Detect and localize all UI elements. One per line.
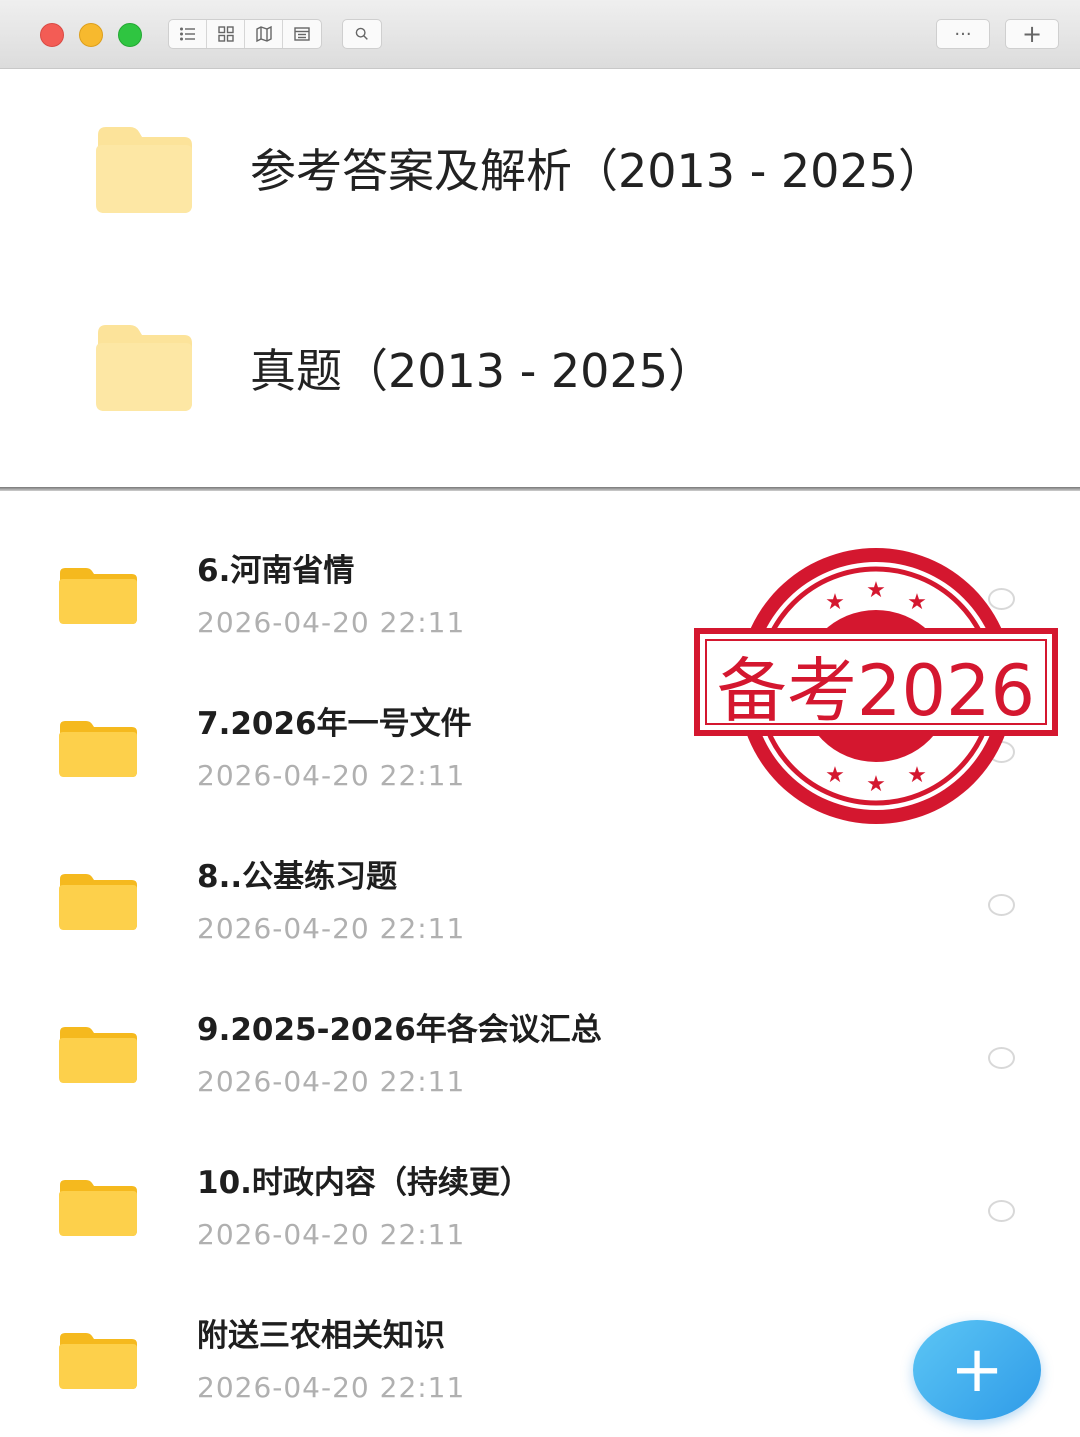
item-title: 10.时政内容（持续更） — [197, 1165, 531, 1201]
list-item[interactable]: 9.2025-2026年各会议汇总 2026-04-20 22:11 — [0, 950, 1080, 1103]
view-mode-group — [168, 19, 322, 49]
item-title: 7.2026年一号文件 — [197, 706, 472, 742]
search-icon — [355, 27, 368, 40]
stamp-text: 备考2026 — [717, 650, 1035, 732]
select-radio[interactable] — [988, 1047, 1015, 1069]
folder-label: 参考答案及解析（2013 - 2025） — [250, 144, 944, 198]
svg-text:★: ★ — [825, 590, 845, 615]
folder-icon — [59, 1180, 137, 1236]
item-date: 2026-04-20 22:11 — [197, 1065, 466, 1098]
close-window-button[interactable] — [40, 23, 64, 47]
folder-label: 真题（2013 - 2025） — [250, 344, 714, 398]
plus-icon: + — [1021, 20, 1043, 48]
svg-text:★: ★ — [825, 763, 845, 788]
plus-icon: + — [950, 1333, 1004, 1407]
list-view-icon[interactable] — [169, 20, 207, 48]
search-button[interactable] — [342, 19, 382, 49]
more-icon: ··· — [954, 23, 972, 45]
window-toolbar: ··· + — [0, 0, 1080, 69]
map-view-icon[interactable] — [245, 20, 283, 48]
minimize-window-button[interactable] — [79, 23, 103, 47]
item-title: 附送三农相关知识 — [197, 1318, 445, 1354]
folder-icon — [96, 325, 192, 411]
item-date: 2026-04-20 22:11 — [197, 912, 466, 945]
item-title: 8..公基练习题 — [197, 859, 398, 895]
svg-text:★: ★ — [866, 578, 886, 603]
grid-view-icon[interactable] — [207, 20, 245, 48]
folder-icon — [59, 1027, 137, 1083]
folder-icon — [59, 874, 137, 930]
item-date: 2026-04-20 22:11 — [197, 759, 466, 792]
folder-icon — [59, 568, 137, 624]
top-folder-row[interactable]: 参考答案及解析（2013 - 2025） — [0, 125, 1080, 225]
stamp-seal: ★ ★ ★ ★ ★ ★ 备考2026 — [694, 548, 1058, 824]
item-date: 2026-04-20 22:11 — [197, 606, 466, 639]
item-date: 2026-04-20 22:11 — [197, 1218, 466, 1251]
top-folder-panel: 参考答案及解析（2013 - 2025） 真题（2013 - 2025） — [0, 69, 1080, 487]
select-radio[interactable] — [988, 1200, 1015, 1222]
add-button[interactable]: + — [1005, 19, 1059, 49]
item-title: 6.河南省情 — [197, 553, 355, 589]
folder-icon — [96, 127, 192, 213]
list-item[interactable]: 10.时政内容（持续更） 2026-04-20 22:11 — [0, 1103, 1080, 1256]
folder-icon — [59, 721, 137, 777]
svg-text:★: ★ — [907, 590, 927, 615]
zoom-window-button[interactable] — [118, 23, 142, 47]
item-title: 9.2025-2026年各会议汇总 — [197, 1012, 602, 1048]
calendar-view-icon[interactable] — [283, 20, 321, 48]
svg-text:★: ★ — [866, 772, 886, 797]
svg-text:★: ★ — [907, 763, 927, 788]
folder-icon — [59, 1333, 137, 1389]
more-button[interactable]: ··· — [936, 19, 990, 49]
item-date: 2026-04-20 22:11 — [197, 1371, 466, 1404]
add-fab-button[interactable]: + — [913, 1320, 1041, 1420]
select-radio[interactable] — [988, 894, 1015, 916]
top-folder-row[interactable]: 真题（2013 - 2025） — [0, 323, 1080, 423]
